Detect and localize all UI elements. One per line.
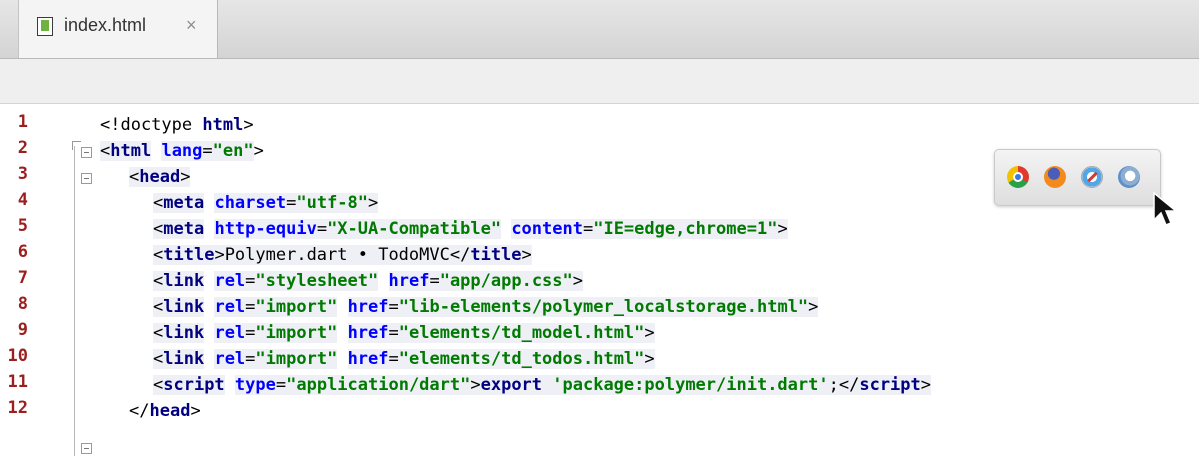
fold-guide-line (74, 146, 75, 456)
fold-toggle-icon[interactable] (81, 147, 92, 158)
code-line-5: <meta http-equiv="X-UA-Compatible" conte… (153, 219, 788, 239)
firefox-icon[interactable] (1044, 166, 1066, 188)
fold-toggle-icon[interactable] (81, 173, 92, 184)
opera-icon[interactable] (1118, 166, 1140, 188)
code-line-12: </head> (129, 401, 201, 421)
code-line-3: <head> (129, 167, 191, 187)
close-icon[interactable]: × (186, 15, 197, 36)
line-number-gutter: 1 2 3 4 5 6 7 8 9 10 11 12 (0, 104, 64, 461)
code-line-9: <link rel="import" href="elements/td_mod… (153, 323, 655, 343)
code-line-6: <title>Polymer.dart • TodoMVC</title> (153, 245, 532, 265)
line-number: 10 (7, 346, 28, 366)
fold-toggle-icon[interactable] (81, 443, 92, 454)
line-number: 1 (17, 112, 28, 132)
line-number: 6 (17, 242, 28, 262)
code-line-4: <meta charset="utf-8"> (153, 193, 379, 213)
line-number: 2 (17, 138, 28, 158)
line-number: 11 (7, 372, 28, 392)
editor-breadcrumb-bar (0, 59, 1199, 104)
mouse-cursor-icon (1153, 192, 1179, 226)
line-number: 12 (7, 398, 28, 418)
safari-icon[interactable] (1081, 166, 1103, 188)
line-number: 5 (17, 216, 28, 236)
code-line-8: <link rel="import" href="lib-elements/po… (153, 297, 819, 317)
code-line-7: <link rel="stylesheet" href="app/app.css… (153, 271, 584, 291)
browser-preview-panel (994, 149, 1161, 206)
line-number: 3 (17, 164, 28, 184)
code-line-11: <script type="application/dart">export '… (153, 375, 932, 395)
code-line-1: <!doctype html> (100, 115, 254, 135)
tab-index-html[interactable]: index.html × (18, 0, 218, 58)
editor-tab-bar: index.html × (0, 0, 1199, 59)
tab-label: index.html (64, 15, 147, 35)
html-file-icon (37, 17, 53, 36)
line-number: 9 (17, 320, 28, 340)
line-number: 4 (17, 190, 28, 210)
chrome-icon[interactable] (1007, 166, 1029, 188)
code-line-2: <html lang="en"> (100, 141, 264, 161)
line-number: 8 (17, 294, 28, 314)
code-line-10: <link rel="import" href="elements/td_tod… (153, 349, 655, 369)
line-number: 7 (17, 268, 28, 288)
